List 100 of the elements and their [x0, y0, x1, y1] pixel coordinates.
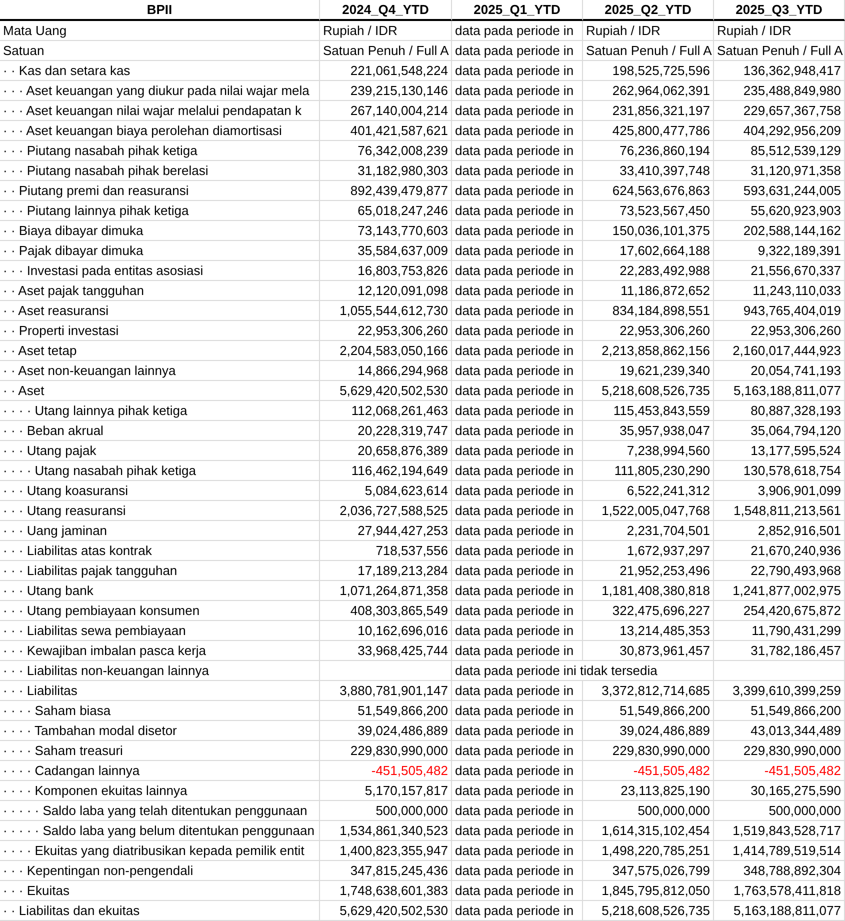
table-cell: 2,231,704,501: [583, 521, 714, 541]
table-cell: data pada periode in: [452, 841, 583, 861]
table-cell: 21,556,670,337: [714, 261, 845, 281]
table-cell: 1,763,578,411,818: [714, 881, 845, 901]
table-cell: 23,113,825,190: [583, 781, 714, 801]
table-cell: data pada periode in: [452, 881, 583, 901]
table-cell: data pada periode in: [452, 901, 583, 921]
row-label: · · · Liabilitas atas kontrak: [0, 541, 320, 561]
row-label: · · · Utang reasuransi: [0, 501, 320, 521]
table-cell: Rupiah / IDR: [714, 21, 845, 41]
table-cell: data pada periode in: [452, 301, 583, 321]
table-cell: data pada periode in: [452, 121, 583, 141]
table-cell: 229,830,990,000: [714, 741, 845, 761]
row-label: · · Aset reasuransi: [0, 301, 320, 321]
table-cell: 19,621,239,340: [583, 361, 714, 381]
row-label: · · · Investasi pada entitas asosiasi: [0, 261, 320, 281]
table-cell: data pada periode in: [452, 361, 583, 381]
table-cell: 3,880,781,901,147: [320, 681, 452, 701]
table-cell: data pada periode in: [452, 101, 583, 121]
table-cell: 2,204,583,050,166: [320, 341, 452, 361]
table-cell: 5,629,420,502,530: [320, 381, 452, 401]
table-cell: 21,670,240,936: [714, 541, 845, 561]
table-cell: Satuan Penuh / Full A: [583, 41, 714, 61]
row-label: · · · · Utang lainnya pihak ketiga: [0, 401, 320, 421]
table-cell: 21,952,253,496: [583, 561, 714, 581]
table-cell: 1,845,795,812,050: [583, 881, 714, 901]
row-label: · · · Piutang nasabah pihak berelasi: [0, 161, 320, 181]
table-cell: 85,512,539,129: [714, 141, 845, 161]
table-cell: data pada periode in: [452, 61, 583, 81]
row-label: · · · Uang jaminan: [0, 521, 320, 541]
table-cell: 112,068,261,463: [320, 401, 452, 421]
table-cell: 73,523,567,450: [583, 201, 714, 221]
table-cell: 22,953,306,260: [714, 321, 845, 341]
row-label: · · · · · Saldo laba yang belum ditentukan penggunaan: [0, 821, 320, 841]
row-label: · · Piutang premi dan reasuransi: [0, 181, 320, 201]
row-label: · · Kas dan setara kas: [0, 61, 320, 81]
table-cell: 347,815,245,436: [320, 861, 452, 881]
table-cell: 136,362,948,417: [714, 61, 845, 81]
row-label: · · · Liabilitas pajak tangguhan: [0, 561, 320, 581]
row-label: · · · Aset keuangan biaya perolehan diamortisasi: [0, 121, 320, 141]
table-cell: 116,462,194,649: [320, 461, 452, 481]
table-cell: data pada periode in: [452, 701, 583, 721]
table-cell: 20,658,876,389: [320, 441, 452, 461]
table-cell: data pada periode in: [452, 441, 583, 461]
table-cell: 22,283,492,988: [583, 261, 714, 281]
table-cell: 39,024,486,889: [320, 721, 452, 741]
table-cell: 31,782,186,457: [714, 641, 845, 661]
row-label: · · Liabilitas dan ekuitas: [0, 901, 320, 921]
table-cell: 111,805,230,290: [583, 461, 714, 481]
table-cell: data pada periode in: [452, 761, 583, 781]
table-cell: 500,000,000: [583, 801, 714, 821]
row-label: · · · Piutang lainnya pihak ketiga: [0, 201, 320, 221]
table-cell: data pada periode in: [452, 281, 583, 301]
table-cell: 73,143,770,603: [320, 221, 452, 241]
row-label: · · · Beban akrual: [0, 421, 320, 441]
table-cell: 593,631,244,005: [714, 181, 845, 201]
row-label: · · Aset non-keuangan lainnya: [0, 361, 320, 381]
row-label: · · · · Saham biasa: [0, 701, 320, 721]
table-cell: 20,054,741,193: [714, 361, 845, 381]
table-cell: 1,748,638,601,383: [320, 881, 452, 901]
table-cell: 1,548,811,213,561: [714, 501, 845, 521]
table-cell: Satuan Penuh / Full A: [714, 41, 845, 61]
row-label: · · · · Saham treasuri: [0, 741, 320, 761]
table-cell: 12,120,091,098: [320, 281, 452, 301]
row-label: · · · Aset keuangan nilai wajar melalui pendapatan k: [0, 101, 320, 121]
table-cell: 6,522,241,312: [583, 481, 714, 501]
table-cell: 624,563,676,863: [583, 181, 714, 201]
table-cell: data pada periode in: [452, 561, 583, 581]
row-label: · · · Utang koasuransi: [0, 481, 320, 501]
table-cell: -451,505,482: [583, 761, 714, 781]
row-label: · · · · · Saldo laba yang telah ditentukan penggunaan: [0, 801, 320, 821]
row-label: · · Pajak dibayar dimuka: [0, 241, 320, 261]
table-cell: 1,071,264,871,358: [320, 581, 452, 601]
row-label: · · · Piutang nasabah pihak ketiga: [0, 141, 320, 161]
table-cell: 834,184,898,551: [583, 301, 714, 321]
table-cell: 1,534,861,340,523: [320, 821, 452, 841]
row-label: Satuan: [0, 41, 320, 61]
table-cell: 14,866,294,968: [320, 361, 452, 381]
table-cell: 51,549,866,200: [583, 701, 714, 721]
row-label: · · · · Cadangan lainnya: [0, 761, 320, 781]
table-cell: 5,163,188,811,077: [714, 901, 845, 921]
row-label: · · Biaya dibayar dimuka: [0, 221, 320, 241]
table-cell: 5,218,608,526,735: [583, 901, 714, 921]
table-cell: 27,944,427,253: [320, 521, 452, 541]
table-cell: data pada periode in: [452, 601, 583, 621]
table-cell: 31,182,980,303: [320, 161, 452, 181]
table-cell: 408,303,865,549: [320, 601, 452, 621]
row-label: · · · Kewajiban imbalan pasca kerja: [0, 641, 320, 661]
table-cell: data pada periode in: [452, 681, 583, 701]
table-cell: 17,189,213,284: [320, 561, 452, 581]
table-cell: data pada periode in: [452, 541, 583, 561]
table-cell: 5,084,623,614: [320, 481, 452, 501]
table-cell: 80,887,328,193: [714, 401, 845, 421]
table-cell: 150,036,101,375: [583, 221, 714, 241]
table-cell: 10,162,696,016: [320, 621, 452, 641]
table-cell: 13,177,595,524: [714, 441, 845, 461]
table-cell: 202,588,144,162: [714, 221, 845, 241]
table-cell: 229,830,990,000: [583, 741, 714, 761]
row-label: · · Aset tetap: [0, 341, 320, 361]
table-cell: 718,537,556: [320, 541, 452, 561]
